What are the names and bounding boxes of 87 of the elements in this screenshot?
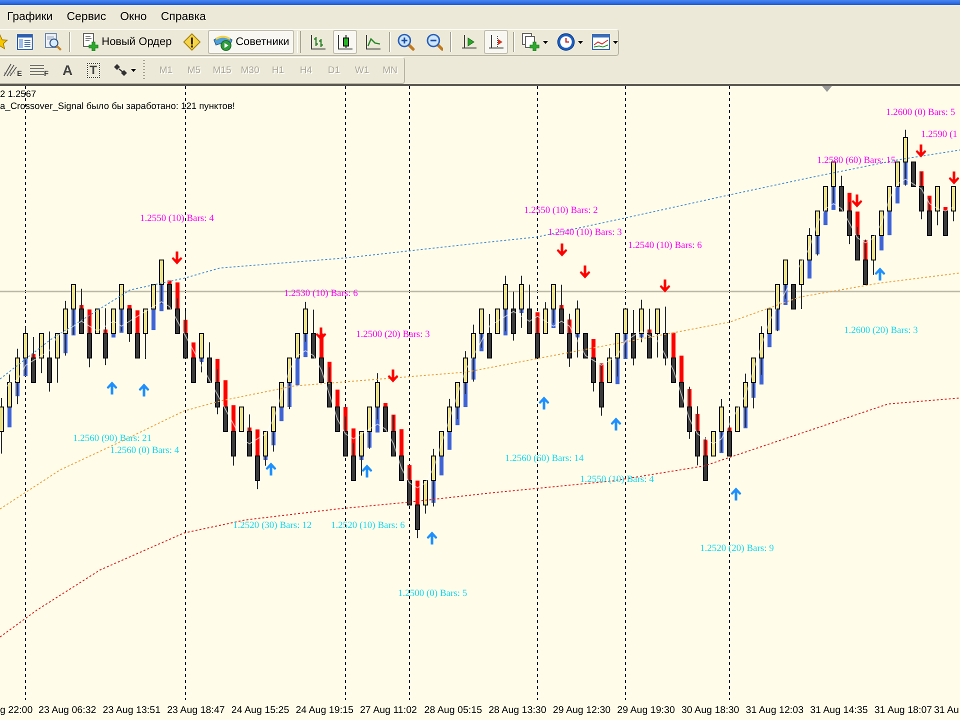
up-arrow-icon — [538, 396, 550, 410]
caret-icon — [130, 68, 136, 72]
time-axis-label: 28 Aug 05:15 — [424, 704, 482, 716]
line-chart-icon — [364, 34, 381, 50]
up-arrow-icon — [362, 464, 372, 478]
signal-label: 1.2550 (10) Bars: 2 — [524, 206, 598, 216]
signal-label: 1.2540 (10) Bars: 3 — [548, 228, 622, 238]
chart-scroll-button[interactable] — [484, 30, 508, 54]
magnifier-icon[interactable] — [44, 33, 62, 51]
signal-label: 1.2560 (90) Bars: 21 — [73, 434, 152, 444]
diagonal-lines-icon — [3, 63, 17, 77]
caret-icon — [578, 40, 584, 44]
time-axis-label: g 22:00 — [0, 704, 33, 716]
signal-label: 1.2560 (60) Bars: 14 — [505, 454, 584, 464]
new-order-button[interactable]: Новый Ордер — [76, 30, 177, 54]
menu-item[interactable]: Сервис — [60, 8, 114, 24]
signal-label: 1.2530 (10) Bars: 6 — [284, 289, 358, 299]
caret-icon — [613, 40, 618, 44]
star-icon[interactable] — [0, 34, 8, 50]
time-axis-label: 24 Aug 19:15 — [296, 704, 354, 716]
chart-info-text: a_Crossover_Signal было бы заработано: 121 пунктов! — [0, 100, 235, 112]
menu-item[interactable]: Справка — [154, 8, 213, 24]
down-arrow-icon — [660, 280, 670, 292]
signal-label: 1.2520 (30) Bars: 12 — [233, 521, 312, 531]
signal-label: 1.2560 (0) Bars: 4 — [110, 446, 180, 456]
down-arrow-icon — [388, 370, 398, 382]
time-axis-label: 23 Aug 13:51 — [102, 704, 161, 716]
time-axis-label: 27 Aug 11:02 — [360, 704, 418, 716]
time-axis-label: 31 Aug 14:35 — [810, 704, 868, 716]
down-arrow-icon — [316, 328, 326, 340]
time-axis-label: 23 Aug 06:32 — [38, 704, 96, 716]
up-arrow-icon — [138, 384, 150, 396]
time-axis-label: 31 Aug 18:07 — [874, 704, 932, 716]
signal-label: 1.2600 (20) Bars: 3 — [844, 326, 918, 336]
signal-label: 1.2550 (10) Bars: 4 — [580, 475, 654, 485]
time-axis-label: 31 Au — [934, 704, 959, 716]
clock-icon[interactable] — [557, 33, 576, 51]
caret-icon — [543, 40, 548, 44]
time-axis-label: 31 Aug 12:03 — [746, 704, 804, 716]
triangle-marker-icon[interactable] — [822, 86, 832, 92]
down-arrow-icon — [172, 252, 182, 264]
up-arrow-icon — [610, 418, 622, 430]
signal-label: 1.2500 (20) Bars: 3 — [356, 330, 430, 340]
bar-chart-icon — [310, 34, 326, 50]
signal-label: 1.2580 (60) Bars: 15 — [817, 156, 896, 166]
horizontal-lines-icon — [30, 64, 44, 76]
time-axis-label: 30 Aug 18:30 — [681, 704, 740, 716]
chart-info-text: 2 1.2567 — [0, 88, 36, 100]
window-list-icon[interactable] — [16, 34, 33, 50]
menu-item[interactable]: Графики — [0, 8, 60, 24]
down-arrow-icon — [556, 244, 568, 256]
signal-label: 1.2520 (20) Bars: 9 — [700, 544, 774, 554]
experts-button[interactable]: Советники — [208, 30, 294, 54]
signal-label: 1.2500 (0) Bars: 5 — [398, 589, 468, 599]
warning-icon[interactable] — [182, 33, 201, 51]
up-arrow-icon — [266, 462, 276, 476]
zoom-out-icon[interactable] — [426, 33, 444, 51]
signal-label: 1.2600 (0) Bars: 5 — [886, 108, 956, 118]
text-tool-button[interactable]: A — [60, 59, 76, 81]
document-plus-icon — [80, 33, 99, 51]
new-chart-icon[interactable] — [522, 33, 540, 51]
up-arrow-icon — [106, 382, 118, 394]
zoom-in-icon[interactable] — [396, 33, 415, 51]
up-arrow-icon — [730, 488, 742, 500]
time-axis-label: 29 Aug 12:30 — [552, 704, 611, 716]
signal-label: 1.2590 (1 — [921, 130, 958, 140]
time-axis-label: 29 Aug 19:30 — [617, 704, 675, 716]
down-arrow-icon — [948, 172, 960, 184]
chart-window-icon[interactable] — [592, 34, 610, 50]
time-axis-label: 24 Aug 15:25 — [231, 704, 290, 716]
chart-shift-icon — [488, 34, 504, 50]
candlestick-icon — [337, 34, 354, 50]
time-axis-label: 23 Aug 18:47 — [167, 704, 225, 716]
signal-label: 1.2540 (10) Bars: 6 — [628, 241, 702, 251]
chart-type-button[interactable] — [333, 30, 357, 54]
signal-label: 1.2550 (10) Bars: 4 — [140, 214, 214, 224]
up-arrow-icon — [426, 532, 438, 544]
menu-item[interactable]: Окно — [113, 8, 154, 24]
arrows-icon — [114, 64, 128, 76]
down-arrow-icon — [580, 266, 590, 278]
play-badge-icon — [212, 33, 233, 51]
auto-scroll-icon — [461, 34, 478, 50]
down-arrow-icon — [852, 194, 862, 208]
time-axis-label: 28 Aug 13:30 — [488, 704, 546, 716]
signal-label: 1.2520 (10) Bars: 6 — [331, 521, 405, 531]
up-arrow-icon — [874, 268, 886, 280]
down-arrow-icon — [916, 144, 926, 158]
